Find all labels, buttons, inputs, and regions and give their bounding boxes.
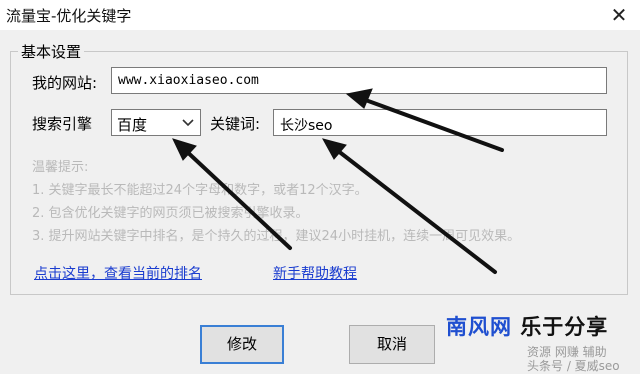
watermark-part2: 乐于分享 [520, 315, 609, 339]
watermark-part1: 南风网 [446, 315, 512, 339]
watermark-subtitle-2: 头条号 / 夏威seo [527, 359, 620, 373]
close-icon[interactable]: ✕ [606, 3, 632, 27]
tips-block: 温馨提示: 1. 关键字最长不能超过24个字母和数字，或者12个汉字。 2. 包… [32, 156, 520, 248]
cancel-button[interactable]: 取消 [349, 325, 435, 364]
tip-item: 2. 包含优化关键字的网页须已被搜索引擎收录。 [32, 206, 309, 221]
tip-item: 1. 关键字最长不能超过24个字母和数字，或者12个汉字。 [32, 183, 368, 198]
engine-label: 搜索引擎 [32, 115, 93, 133]
tips-heading: 温馨提示: [32, 160, 89, 175]
check-rank-link[interactable]: 点击这里，查看当前的排名 [34, 263, 202, 283]
group-title: 基本设置 [18, 41, 85, 62]
site-input[interactable]: www.xiaoxiaseo.com [111, 67, 607, 94]
engine-select[interactable]: 百度 [111, 109, 201, 136]
watermark-logo: 南风网 乐于分享 [446, 311, 608, 341]
title-bar: 流量宝-优化关键字 ✕ [0, 0, 640, 30]
engine-selected-value: 百度 [117, 116, 148, 134]
chevron-down-icon [182, 119, 194, 127]
tip-item: 3. 提升网站关键字中排名，是个持久的过程，建议24小时挂机，连续一周可见效果。 [32, 229, 521, 244]
keyword-input[interactable]: 长沙seo [273, 109, 607, 136]
tutorial-link[interactable]: 新手帮助教程 [273, 263, 357, 283]
keyword-label: 关键词: [210, 115, 261, 133]
modify-button[interactable]: 修改 [200, 325, 284, 364]
site-label: 我的网站: [32, 74, 98, 92]
window-title: 流量宝-优化关键字 [6, 7, 132, 25]
